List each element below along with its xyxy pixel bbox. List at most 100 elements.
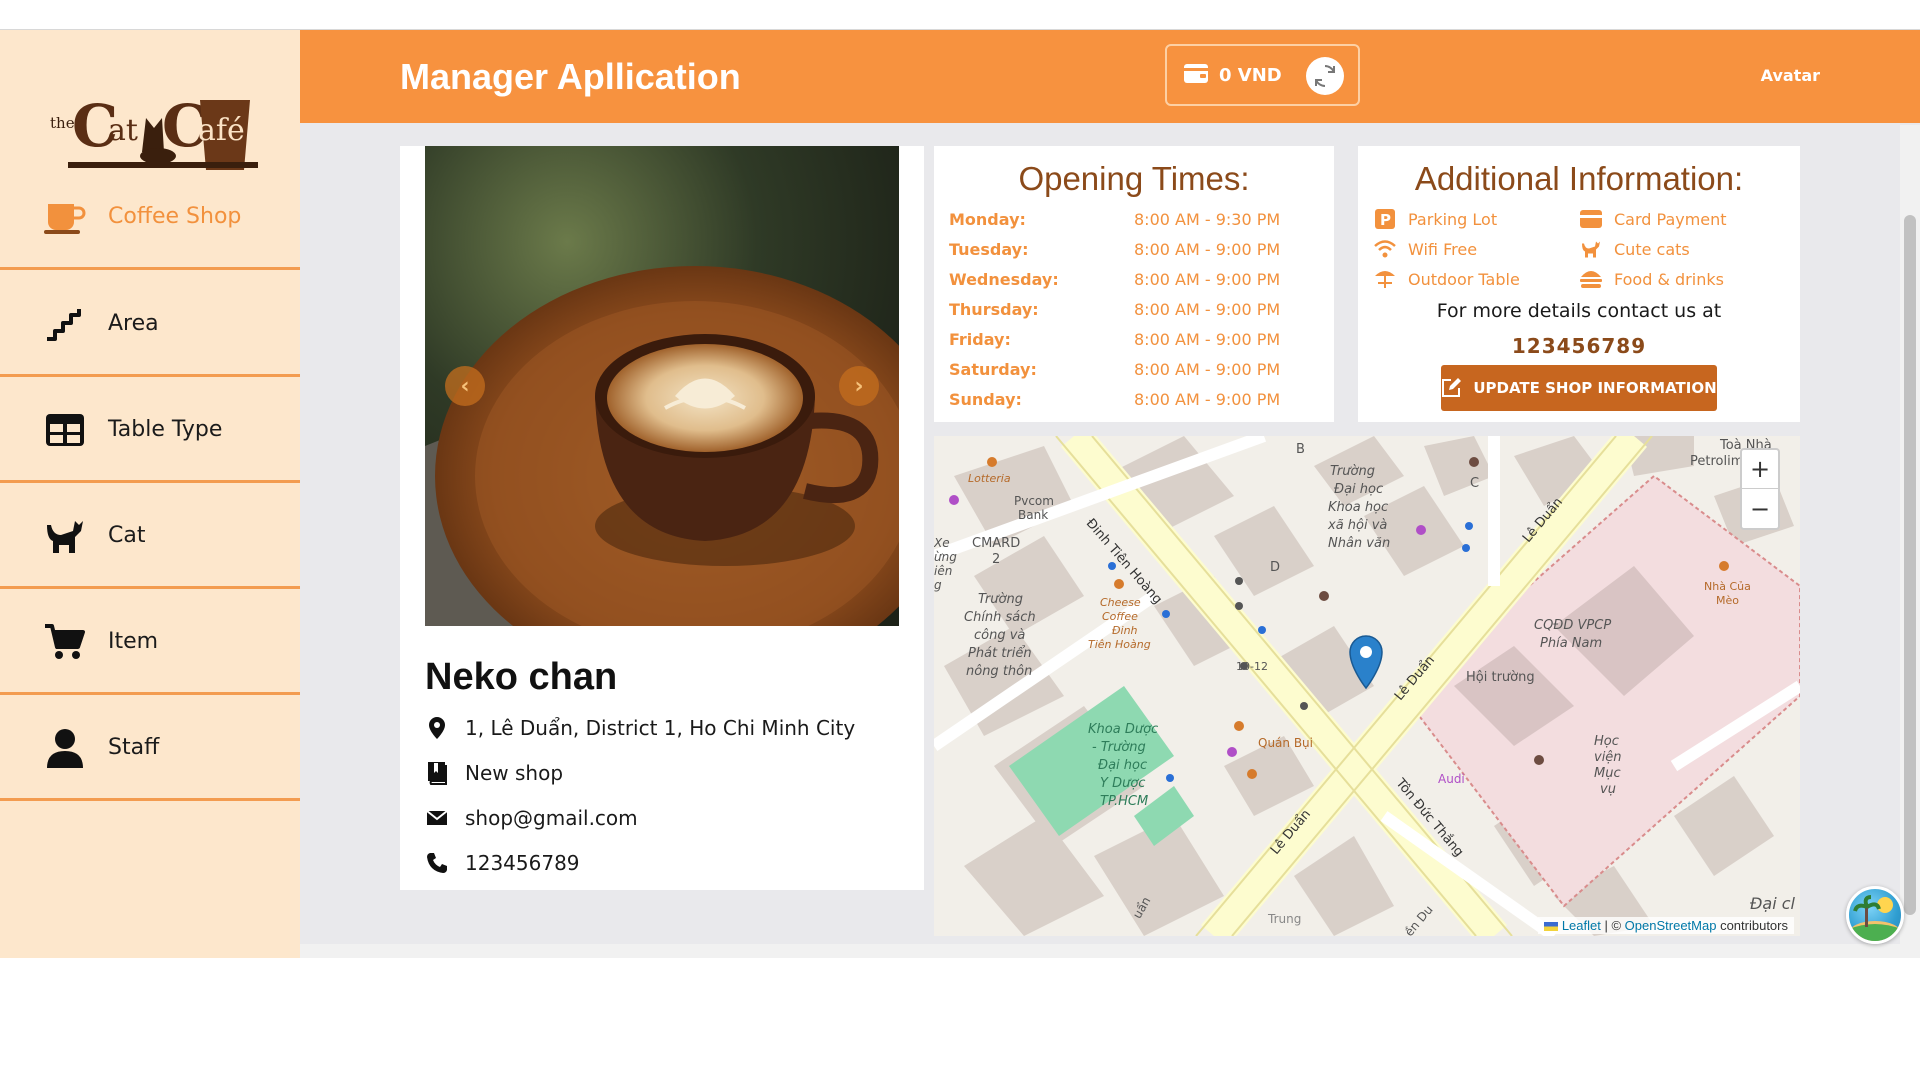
floating-island-icon[interactable] [1846, 886, 1904, 944]
wifi-icon [1374, 238, 1396, 260]
avatar[interactable]: Avatar [1761, 66, 1820, 85]
zoom-in-button[interactable]: + [1742, 450, 1778, 489]
app-frame: the C at C afé Coffee Shop Area Table Ty… [0, 29, 1920, 958]
sidebar-item-label: Coffee Shop [108, 204, 242, 229]
location-map[interactable]: Lotteria Pvcom Bank CMARD 2 Xe ừng iên g… [934, 436, 1800, 936]
sidebar-item-label: Staff [108, 735, 160, 760]
ukraine-flag-icon [1544, 922, 1559, 932]
feature-label: Outdoor Table [1408, 269, 1520, 289]
zoom-out-button[interactable]: − [1742, 489, 1778, 528]
day-name: Sunday: [949, 390, 1022, 409]
map-label: Hội trường [1466, 670, 1535, 685]
umbrella-table-icon [1374, 268, 1396, 290]
map-label: D [1270, 560, 1281, 575]
additional-info-card: Additional Information: P Parking Lot Ca… [1358, 146, 1800, 422]
table-grid-icon [44, 409, 86, 451]
sidebar-item-label: Table Type [108, 417, 223, 442]
map-label: - Trường [1092, 740, 1146, 755]
refresh-button[interactable] [1306, 57, 1344, 95]
map-label: Coffee [1102, 610, 1138, 623]
map-label: Đại học [1098, 758, 1148, 773]
shop-phone-row: 123456789 [425, 851, 580, 875]
sidebar-item-cat[interactable]: Cat [0, 485, 300, 589]
map-label: Đại cl [1750, 894, 1795, 913]
leaflet-link[interactable]: Leaflet [1562, 918, 1601, 933]
map-label: Tôn Đức Thắng [1392, 776, 1467, 860]
map-label: TP.HCM [1100, 794, 1149, 809]
map-label: Trung [1268, 912, 1302, 926]
map-label: Đại học [1334, 482, 1384, 497]
top-header: Manager Apllication 0 VND Avatar [300, 30, 1920, 123]
page-title: Manager Apllication [400, 56, 741, 97]
sidebar-item-area[interactable]: Area [0, 273, 300, 377]
svg-text:afé: afé [198, 113, 245, 148]
map-label: Khoa Dược [1088, 722, 1159, 737]
map-label: Lê Duẩn [1520, 494, 1566, 546]
edit-icon [1441, 378, 1462, 398]
map-label: Nhân văn [1328, 536, 1391, 551]
parking-icon: P [1374, 208, 1396, 230]
shop-name: Neko chan [425, 656, 618, 698]
sidebar-item-coffee-shop[interactable]: Coffee Shop [0, 166, 300, 270]
map-label: C [1470, 476, 1480, 491]
mail-icon [425, 806, 449, 830]
map-label: ừng [934, 550, 957, 564]
opening-times-card: Opening Times: Monday: 8:00 AM - 9:30 PM … [934, 146, 1334, 422]
refresh-icon [1315, 65, 1335, 87]
attribution-tail: contributors [1716, 918, 1788, 933]
opening-times-title: Opening Times: [1018, 160, 1250, 197]
map-label: 10-12 [1236, 660, 1268, 673]
svg-text:at: at [108, 113, 138, 148]
map-label: Cheese [1100, 596, 1141, 609]
shop-phone: 123456789 [465, 851, 580, 875]
day-time: 8:00 AM - 9:00 PM [1134, 270, 1281, 289]
shop-address: 1, Lê Duẩn, District 1, Ho Chi Minh City [465, 716, 856, 740]
coffee-cup-icon [44, 196, 86, 238]
feature-label: Card Payment [1614, 209, 1727, 229]
day-time: 8:00 AM - 9:00 PM [1134, 330, 1281, 349]
map-label: nông thôn [966, 664, 1033, 679]
shop-image-carousel[interactable]: ‹ › [425, 146, 899, 626]
map-label: Tiên Hoàng [1088, 638, 1151, 651]
map-zoom-control: + − [1740, 448, 1780, 530]
sidebar: the C at C afé Coffee Shop Area Table Ty… [0, 30, 300, 958]
carousel-prev-button[interactable]: ‹ [445, 366, 485, 406]
sidebar-item-table-type[interactable]: Table Type [0, 379, 300, 483]
day-name: Monday: [949, 210, 1026, 229]
map-label: Y Dược [1100, 776, 1146, 791]
contact-text: For more details contact us at [1436, 300, 1722, 322]
cat-icon [1580, 238, 1602, 260]
map-label: Mục [1594, 766, 1621, 781]
sidebar-item-staff[interactable]: Staff [0, 697, 300, 801]
map-label: Nhà Của [1704, 580, 1751, 593]
carousel-next-button[interactable]: › [839, 366, 879, 406]
osm-link[interactable]: OpenStreetMap [1625, 918, 1717, 933]
feature-food-drinks: Food & drinks [1580, 268, 1724, 290]
map-label: 2 [992, 552, 1001, 567]
feature-outdoor-table: Outdoor Table [1374, 268, 1520, 290]
shop-email: shop@gmail.com [465, 806, 638, 830]
map-label: Trường [1330, 464, 1375, 479]
chevron-left-icon: ‹ [460, 373, 470, 399]
map-label: CMARD [972, 536, 1021, 551]
sidebar-item-label: Item [108, 629, 159, 654]
vertical-scrollbar[interactable] [1900, 125, 1920, 958]
day-name: Friday: [949, 330, 1011, 349]
sidebar-item-item[interactable]: Item [0, 591, 300, 695]
map-label: viện [1594, 750, 1622, 765]
scrollbar-thumb[interactable] [1904, 215, 1916, 915]
map-label: Quán Bụi [1258, 736, 1313, 750]
map-label: công và [974, 628, 1026, 643]
svg-text:the: the [50, 114, 75, 132]
day-time: 8:00 AM - 9:00 PM [1134, 390, 1281, 409]
day-name: Saturday: [949, 360, 1037, 379]
user-icon [44, 727, 86, 769]
horizontal-scrollbar[interactable] [300, 944, 1900, 958]
map-label: Khoa học [1328, 500, 1389, 515]
map-label: Xe [934, 536, 950, 550]
update-shop-button[interactable]: UPDATE SHOP INFORMATION [1441, 365, 1717, 411]
shop-address-row: 1, Lê Duẩn, District 1, Ho Chi Minh City [425, 716, 855, 740]
map-label: Lê Duẩn [1392, 652, 1438, 704]
sidebar-item-label: Cat [108, 523, 146, 548]
feature-card-payment: Card Payment [1580, 208, 1727, 230]
